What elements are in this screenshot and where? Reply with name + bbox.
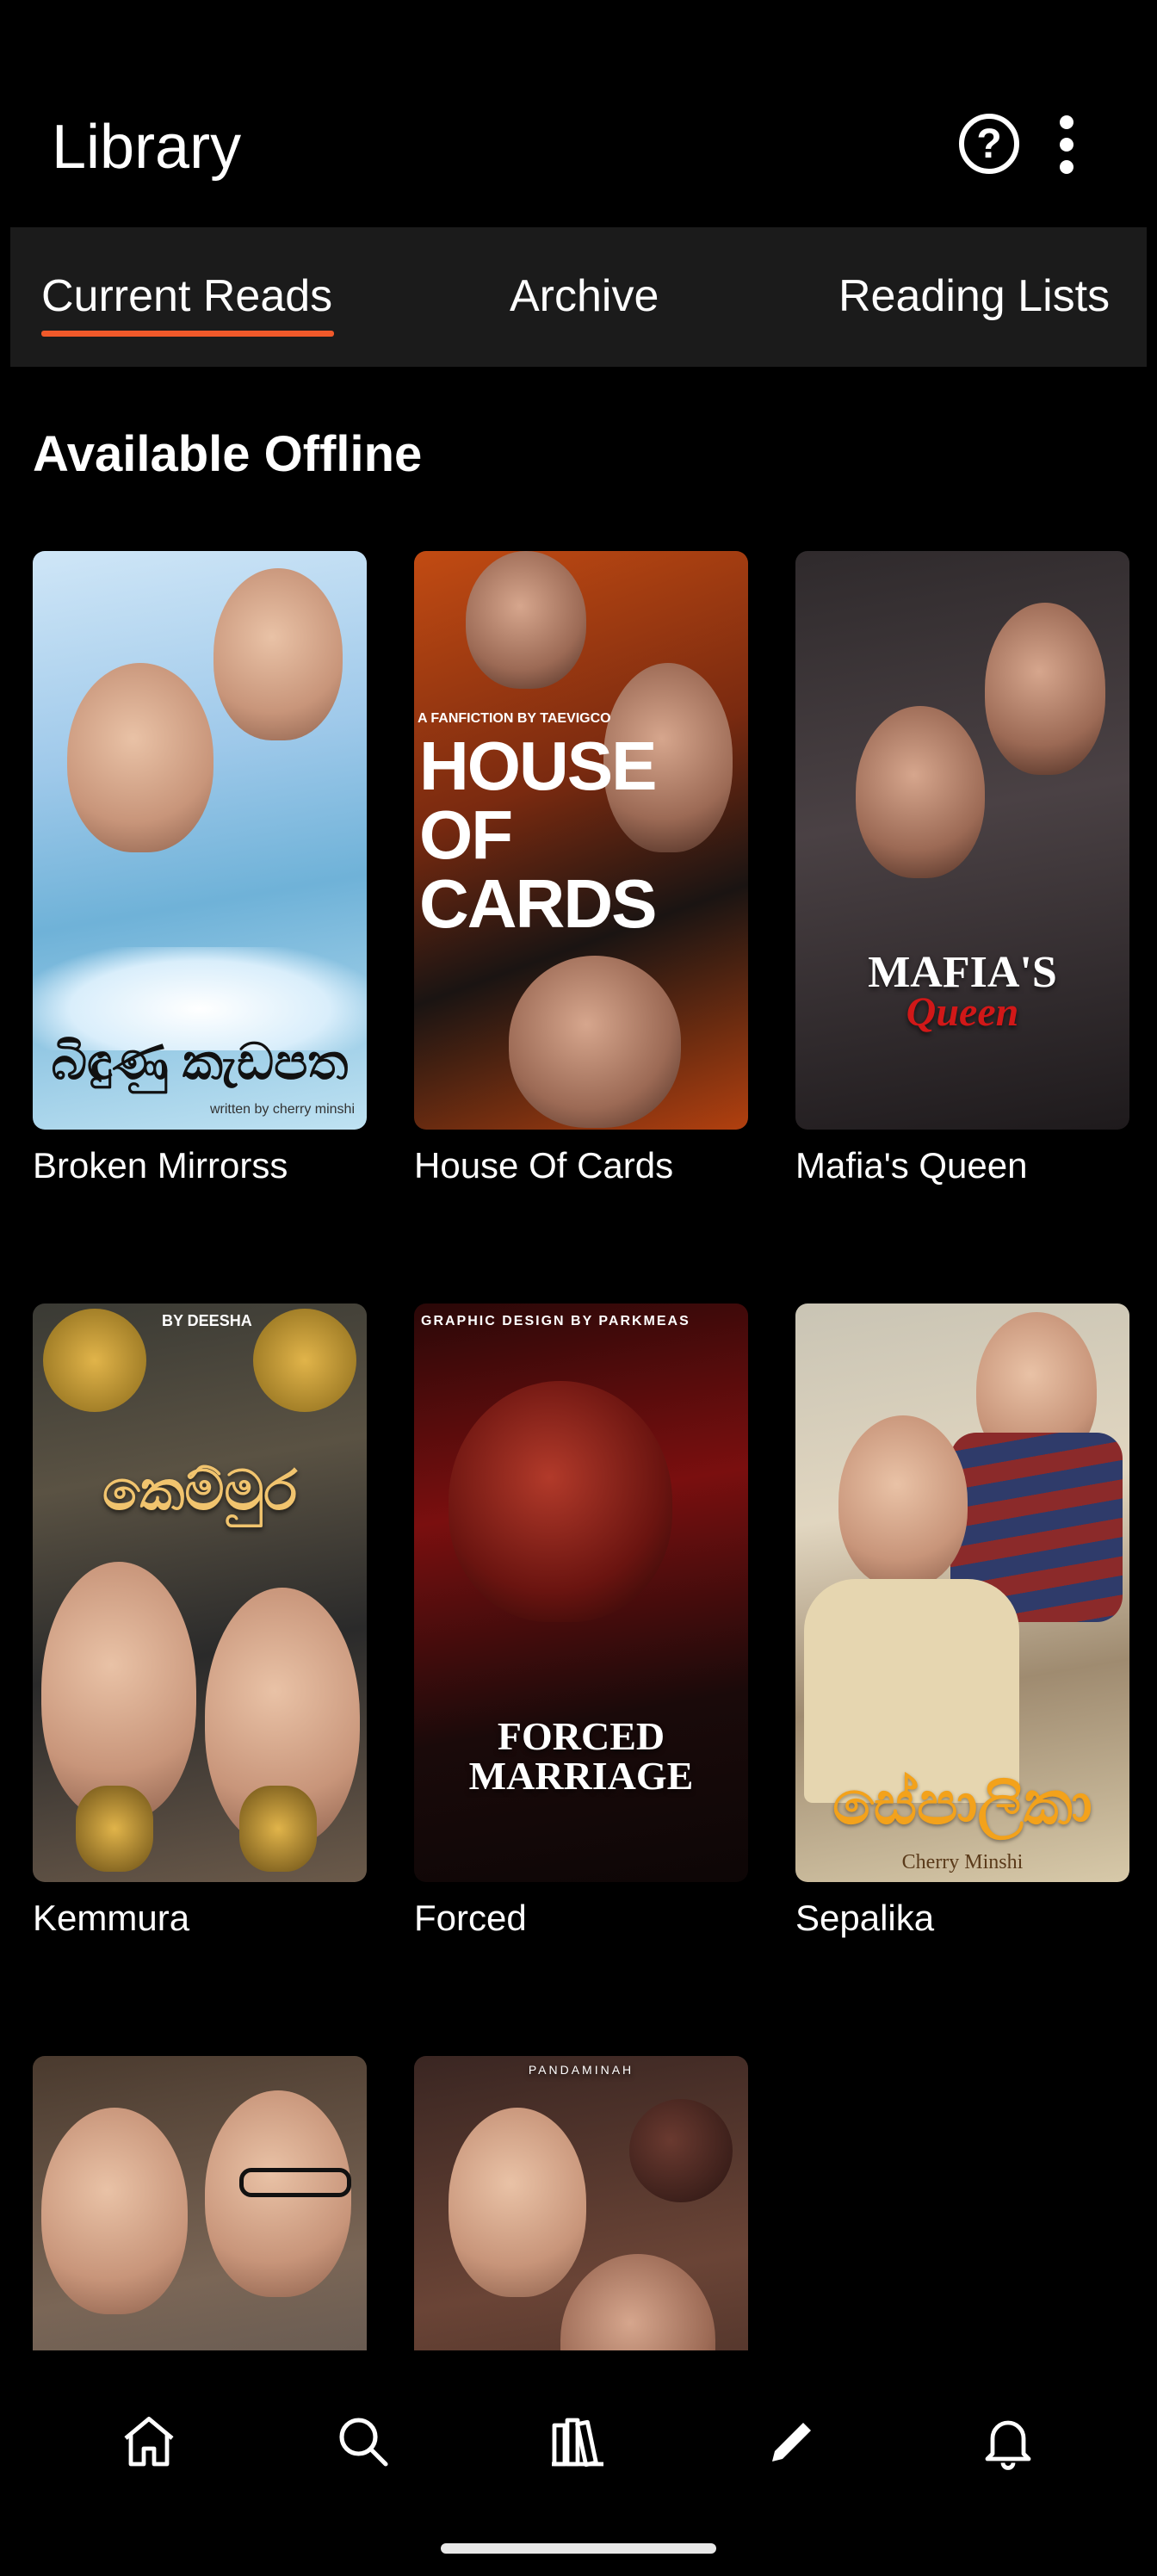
- notifications-icon[interactable]: [969, 2402, 1047, 2480]
- home-indicator: [441, 2543, 716, 2554]
- page-title: Library: [52, 113, 242, 182]
- book-title: House Of Cards: [414, 1145, 674, 1186]
- library-tabs: Current Reads Archive Reading Lists: [10, 227, 1147, 367]
- book-title: Mafia's Queen: [795, 1145, 1028, 1186]
- book-title: Broken Mirrorss: [33, 1145, 288, 1186]
- book-card[interactable]: BY DEESHA කෙම්මුර Kemmura: [33, 1303, 367, 1939]
- book-card[interactable]: A FANFICTION BY TAEVIGCO HOUSE OF CARDS …: [414, 551, 748, 1186]
- book-title: Kemmura: [33, 1898, 190, 1938]
- bottom-navigation: [0, 2350, 1157, 2576]
- book-grid: බිඳුණු කැඩපත written by cherry minshi Br…: [0, 551, 1157, 2350]
- tab-archive[interactable]: Archive: [510, 270, 659, 322]
- home-icon[interactable]: [110, 2402, 188, 2480]
- book-cover[interactable]: GRAPHIC DESIGN BY PARKMEAS FORCED MARRIA…: [414, 1303, 748, 1882]
- book-cover[interactable]: සේපාලිකා Cherry Minshi: [795, 1303, 1129, 1882]
- help-icon[interactable]: ?: [959, 114, 1019, 174]
- book-card[interactable]: [33, 2056, 367, 2350]
- write-icon[interactable]: [754, 2402, 832, 2480]
- book-cover[interactable]: BY DEESHA කෙම්මුර: [33, 1303, 367, 1882]
- book-title: Forced: [414, 1898, 527, 1938]
- book-card[interactable]: MAFIA'S Queen Mafia's Queen: [795, 551, 1129, 1186]
- book-card[interactable]: PANDAMINAH: [414, 2056, 748, 2350]
- library-screen: Library ? Current Reads Archive Reading …: [0, 0, 1157, 2576]
- book-card[interactable]: සේපාලිකා Cherry Minshi Sepalika: [795, 1303, 1129, 1939]
- tab-current-reads[interactable]: Current Reads: [41, 270, 332, 322]
- book-card[interactable]: GRAPHIC DESIGN BY PARKMEAS FORCED MARRIA…: [414, 1303, 748, 1939]
- library-icon[interactable]: [539, 2402, 616, 2480]
- book-cover[interactable]: MAFIA'S Queen: [795, 551, 1129, 1130]
- book-cover[interactable]: බිඳුණු කැඩපත written by cherry minshi: [33, 551, 367, 1130]
- section-title: Available Offline: [33, 426, 423, 482]
- search-icon[interactable]: [324, 2402, 401, 2480]
- app-bar: Library ?: [0, 86, 1157, 207]
- more-options-icon[interactable]: [1042, 112, 1093, 177]
- active-tab-indicator: [41, 331, 334, 337]
- tab-reading-lists[interactable]: Reading Lists: [838, 270, 1110, 322]
- book-cover[interactable]: [33, 2056, 367, 2350]
- book-card[interactable]: බිඳුණු කැඩපත written by cherry minshi Br…: [33, 551, 367, 1186]
- book-cover[interactable]: A FANFICTION BY TAEVIGCO HOUSE OF CARDS: [414, 551, 748, 1130]
- book-cover[interactable]: PANDAMINAH: [414, 2056, 748, 2350]
- book-title: Sepalika: [795, 1898, 935, 1938]
